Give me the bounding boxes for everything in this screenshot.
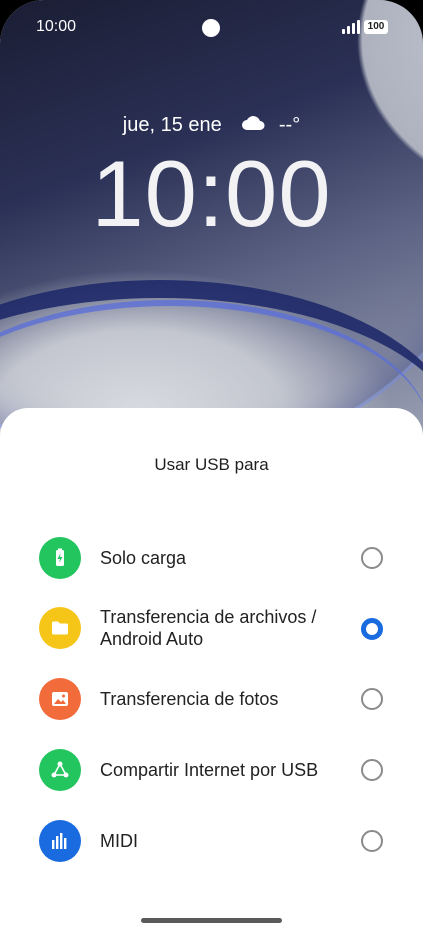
option-transferencia-archivos[interactable]: Transferencia de archivos / Android Auto: [0, 598, 423, 658]
status-bar: 10:00 100: [0, 0, 423, 56]
lockscreen-date: jue, 15 ene: [122, 114, 222, 136]
battery-icon: 100: [364, 20, 388, 34]
radio-button[interactable]: [361, 688, 383, 710]
image-icon: [39, 678, 81, 720]
battery-charging-icon: [39, 537, 81, 579]
phone-screen: 10:00 100 jue, 15 ene --° 10:00 Usar USB…: [0, 0, 423, 932]
share-network-icon: [39, 749, 81, 791]
lockscreen-clock: 10:00: [91, 141, 332, 246]
radio-button[interactable]: [361, 759, 383, 781]
signal-icon: [342, 20, 360, 34]
lockscreen-date-row: jue, 15 ene --°: [0, 114, 423, 137]
option-solo-carga[interactable]: Solo carga: [0, 528, 423, 588]
option-label: Compartir Internet por USB: [100, 760, 319, 780]
gesture-nav-bar[interactable]: [141, 918, 282, 923]
usb-options-sheet: Usar USB para Solo carga Transferencia d…: [0, 408, 423, 932]
lockscreen-weather: --°: [278, 114, 301, 136]
option-transferencia-fotos[interactable]: Transferencia de fotos: [0, 669, 423, 729]
equalizer-icon: [39, 820, 81, 862]
radio-button[interactable]: [361, 830, 383, 852]
option-label: Transferencia de fotos: [100, 689, 279, 709]
option-label: Solo carga: [100, 548, 187, 568]
option-midi[interactable]: MIDI: [0, 811, 423, 871]
status-time: 10:00: [36, 18, 77, 35]
front-camera: [202, 19, 220, 37]
cloud-icon: [241, 114, 267, 137]
radio-button[interactable]: [361, 547, 383, 569]
sheet-title: Usar USB para: [154, 455, 269, 474]
folder-icon: [39, 607, 81, 649]
option-label: MIDI: [100, 831, 138, 851]
option-compartir-internet[interactable]: Compartir Internet por USB: [0, 740, 423, 800]
radio-button-selected[interactable]: [361, 618, 383, 640]
option-label: Transferencia de archivos / Android Auto: [100, 607, 317, 649]
